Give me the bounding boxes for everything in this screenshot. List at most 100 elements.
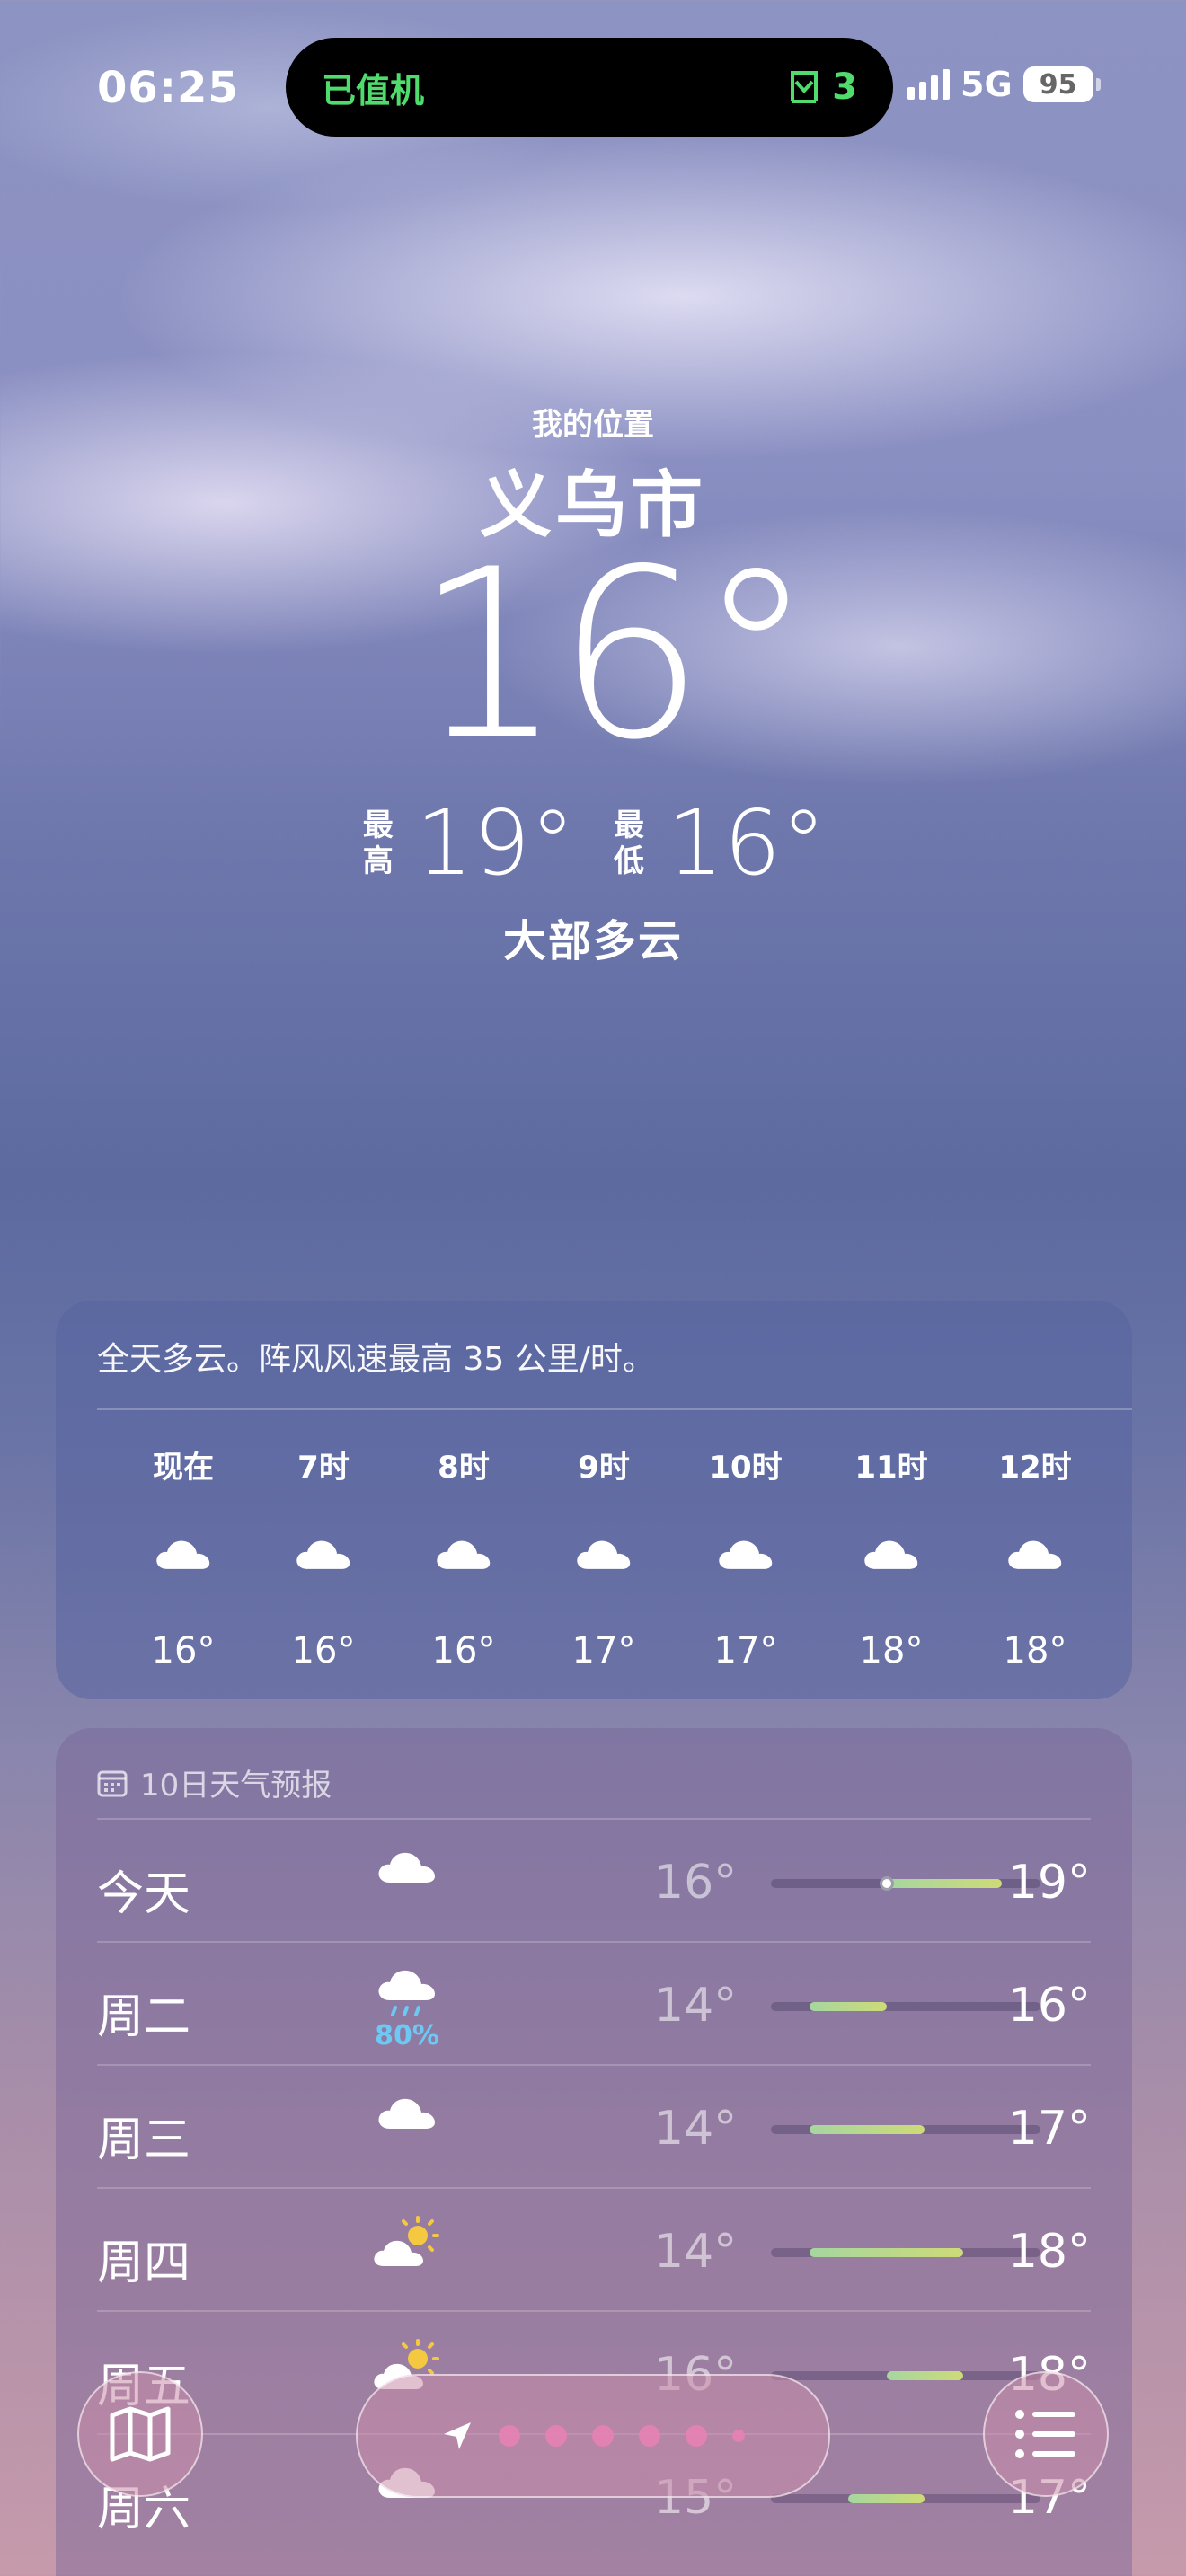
hourly-list[interactable]: 现在16°7时16°8时16°9时17°10时17°11时18°12时18°13…: [56, 1408, 1132, 1696]
day-row[interactable]: 周三 14° 17°: [97, 2064, 1091, 2187]
map-button[interactable]: [77, 2371, 203, 2497]
hour-temperature: 18°: [1003, 1630, 1067, 1672]
page-dot[interactable]: [545, 2425, 567, 2447]
battery-icon: 95: [1022, 66, 1101, 102]
cloud-icon: [541, 1535, 667, 1580]
temp-range-fill: [847, 2494, 925, 2503]
hour-item: 7时 16°: [261, 1408, 386, 1672]
hour-temperature: 18°: [1116, 1630, 1132, 1672]
page-dot[interactable]: [499, 2425, 520, 2447]
cloud-icon: [401, 1535, 527, 1580]
day-row[interactable]: 今天 16° 19°: [97, 1818, 1091, 1941]
page-dot[interactable]: [732, 2430, 745, 2442]
cloud-icon: [261, 1535, 386, 1580]
map-icon: [110, 2406, 171, 2462]
day-label: 周二: [97, 1990, 191, 2044]
network-type: 5G: [960, 65, 1013, 104]
temp-range-fill: [886, 2371, 964, 2380]
day-high: 17°: [1007, 2102, 1091, 2156]
checkin-status: 已值机: [322, 70, 425, 110]
hour-label: 13时: [1116, 1442, 1132, 1486]
list-button[interactable]: [983, 2371, 1109, 2497]
high-label: 最高: [362, 807, 394, 879]
hour-item: 13时 18°: [1116, 1408, 1132, 1672]
current-temp-dot: [879, 1876, 894, 1891]
cloud-icon: [828, 1535, 954, 1580]
day-high: 19°: [1007, 1856, 1091, 1910]
hour-temperature: 16°: [151, 1630, 216, 1672]
high-temperature: 19°: [415, 790, 575, 895]
day-label: 周四: [97, 2236, 191, 2290]
hour-temperature: 17°: [713, 1630, 778, 1672]
temp-range-bar: [771, 1876, 1040, 1891]
hour-item: 现在 16°: [120, 1408, 246, 1672]
current-temperature: 16°: [414, 520, 815, 791]
hour-item: 9时 17°: [541, 1408, 667, 1672]
temp-range-bar: [771, 2371, 1040, 2380]
gate-icon: [791, 71, 819, 103]
dynamic-island[interactable]: 已值机 3: [286, 38, 893, 137]
temp-range-bar: [771, 2002, 1040, 2011]
hour-label: 11时: [854, 1450, 928, 1486]
hour-label: 9时: [578, 1450, 630, 1486]
cloud-icon: [972, 1535, 1098, 1580]
daily-title: 10日天气预报: [97, 1760, 332, 1804]
hour-temperature: 16°: [431, 1630, 496, 1672]
high-low: 最高 19° 最低 16°: [0, 790, 1186, 895]
hour-label: 10时: [709, 1450, 783, 1486]
page-dot[interactable]: [686, 2425, 707, 2447]
low-label: 最低: [614, 807, 644, 879]
daily-title-text: 10日天气预报: [140, 1768, 332, 1804]
day-low: 14°: [654, 1979, 738, 2033]
day-high: 18°: [1007, 2225, 1091, 2279]
gate-info: 3: [789, 66, 857, 108]
condition-text: 大部多云: [502, 916, 683, 966]
hour-label: 8时: [438, 1450, 490, 1486]
cloud-icon: [120, 1535, 246, 1580]
temp-range-bar: [771, 2494, 1040, 2503]
gate-number: 3: [832, 66, 857, 108]
hour-item: 8时 16°: [401, 1408, 527, 1672]
precip-chance: 80%: [375, 2020, 439, 2051]
day-label: 周三: [97, 2113, 191, 2167]
status-indicators: 5G 95: [907, 65, 1101, 104]
temp-range-bar: [771, 2125, 1040, 2134]
page-dot[interactable]: [639, 2425, 660, 2447]
hour-item: 11时 18°: [828, 1408, 954, 1672]
day-row[interactable]: 周二 80% 14° 16°: [97, 1941, 1091, 2064]
cloud-icon: [683, 1535, 809, 1580]
partly-cloudy-icon: [367, 2216, 447, 2273]
day-row[interactable]: 周四 14° 18°: [97, 2187, 1091, 2310]
day-low: 14°: [654, 2102, 738, 2156]
temp-range-fill: [809, 2125, 925, 2134]
battery-level: 95: [1039, 68, 1077, 101]
calendar-icon: [97, 1770, 128, 1796]
status-time: 06:25: [97, 63, 239, 113]
list-icon: [1015, 2410, 1075, 2458]
location-pager[interactable]: [356, 2374, 830, 2498]
hour-item: 10时 17°: [683, 1408, 809, 1672]
hour-item: 12时 18°: [972, 1408, 1098, 1672]
hour-label: 12时: [998, 1450, 1072, 1486]
day-low: 14°: [654, 2225, 738, 2279]
hour-label: 现在: [153, 1450, 214, 1486]
rain-cloud-icon: 80%: [367, 1970, 447, 2051]
low-temperature: 16°: [667, 790, 827, 895]
cloud-icon: [367, 1847, 447, 1888]
temp-range-fill: [809, 2248, 964, 2257]
temp-range-bar: [771, 2248, 1040, 2257]
temp-range-fill: [886, 1879, 1003, 1888]
day-high: 16°: [1007, 1979, 1091, 2033]
day-low: 16°: [654, 1856, 738, 1910]
location-label: 我的位置: [532, 407, 654, 443]
page-dot[interactable]: [592, 2425, 614, 2447]
hour-temperature: 16°: [291, 1630, 356, 1672]
forecast-summary: 全天多云。阵风风速最高 35 公里/时。: [97, 1341, 655, 1378]
cloud-icon: [1116, 1535, 1132, 1580]
cloud-icon: [367, 2093, 447, 2134]
hourly-forecast-card[interactable]: 全天多云。阵风风速最高 35 公里/时。 现在 16° 7时 16° 8时 16° 9时 17…: [56, 1301, 1132, 1699]
day-label: 今天: [97, 1867, 191, 1921]
hour-temperature: 18°: [859, 1630, 924, 1672]
hour-label: 7时: [297, 1450, 350, 1486]
signal-icon: [907, 69, 950, 100]
